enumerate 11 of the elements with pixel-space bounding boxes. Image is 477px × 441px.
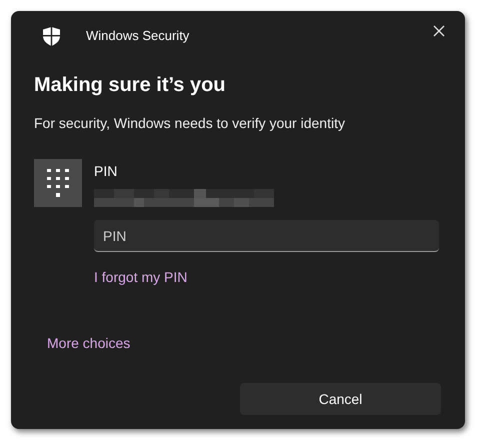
dialog-heading: Making sure it’s you xyxy=(34,73,227,98)
keypad-icon xyxy=(47,169,69,197)
close-icon xyxy=(433,25,445,37)
credential-label: PIN xyxy=(94,162,118,181)
cancel-button[interactable]: Cancel xyxy=(240,383,441,415)
forgot-pin-link[interactable]: I forgot my PIN xyxy=(94,267,188,288)
more-choices-link[interactable]: More choices xyxy=(47,333,130,354)
shield-icon xyxy=(43,26,60,46)
subtitle-text: For security, Windows needs to verify your identity xyxy=(34,114,346,133)
window-title: Windows Security xyxy=(86,27,190,46)
pin-input-field[interactable]: PIN xyxy=(94,220,439,252)
